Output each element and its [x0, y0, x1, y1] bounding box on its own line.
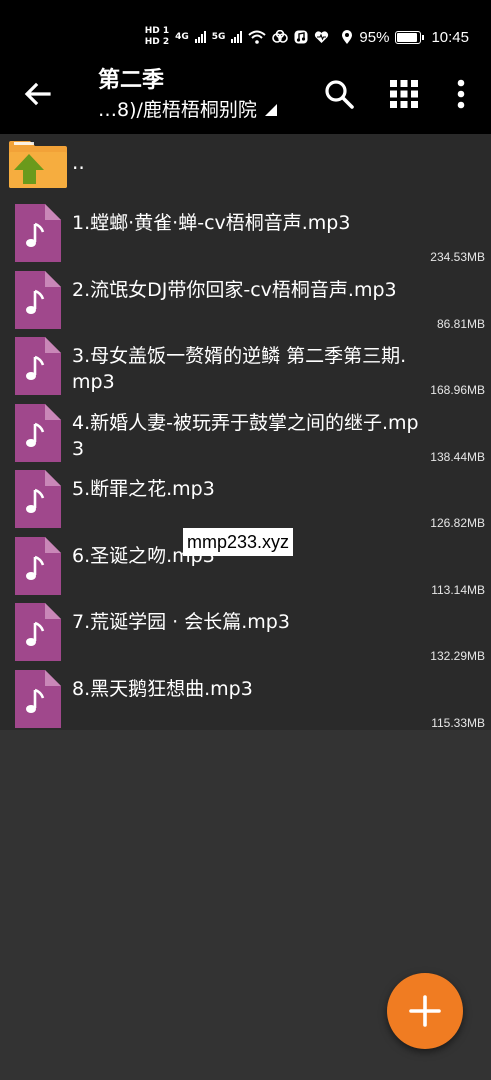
- file-name: 4.新婚人妻-被玩弄于鼓掌之间的继子.mp3: [72, 411, 419, 460]
- folder-up-icon: [9, 141, 67, 188]
- audio-file-icon: [15, 337, 61, 395]
- parent-folder-label: ..: [72, 150, 85, 174]
- file-list: .. 1.螳螂·黄雀·蝉-cv梧桐音声.mp3 234.53MB 2.流氓女DJ带你…: [0, 134, 491, 730]
- file-row[interactable]: 8.黑天鹅狂想曲.mp3 115.33MB: [0, 666, 491, 732]
- sim2-hd-label: HD 2: [144, 37, 170, 47]
- audio-file-icon: [15, 470, 61, 528]
- audio-file-icon: [15, 669, 61, 728]
- plus-icon: [409, 995, 441, 1027]
- more-vert-icon[interactable]: [445, 78, 477, 110]
- location-icon: [342, 29, 353, 44]
- current-path: …8)/鹿梧梧桐别院: [98, 99, 257, 121]
- file-size: 126.82MB: [430, 516, 485, 530]
- file-row[interactable]: 5.断罪之花.mp3 126.82MB: [0, 466, 491, 532]
- file-size: 86.81MB: [436, 316, 485, 331]
- file-row[interactable]: 3.母女盖饭一赘婿的逆鳞 第二季第三期.mp3 168.96MB: [0, 333, 491, 399]
- audio-file-icon: [15, 603, 61, 661]
- file-name: 8.黑天鹅狂想曲.mp3: [72, 677, 253, 700]
- file-row[interactable]: 2.流氓女DJ带你回家-cv梧桐音声.mp3 86.81MB: [0, 267, 491, 333]
- file-size: 113.14MB: [431, 582, 485, 597]
- wifi-icon: [248, 30, 267, 44]
- file-name: 1.螳螂·黄雀·蝉-cv梧桐音声.mp3: [72, 212, 351, 234]
- clock: 10:45: [431, 28, 469, 46]
- page-title: 第二季: [98, 68, 165, 93]
- battery-level-fill: [397, 32, 418, 42]
- watermark-text: mmp233.xyz: [183, 528, 294, 556]
- parent-folder-row[interactable]: ..: [0, 134, 491, 198]
- battery-tip: [422, 34, 425, 40]
- battery-percent: 95%: [359, 28, 390, 46]
- music-app-icon: [294, 30, 308, 44]
- title-block: 第二季 …8)/鹿梧梧桐别院: [98, 66, 277, 124]
- search-icon[interactable]: [323, 78, 355, 110]
- file-name: 2.流氓女DJ带你回家-cv梧桐音声.mp3: [72, 278, 397, 301]
- file-row[interactable]: 4.新婚人妻-被玩弄于鼓掌之间的继子.mp3 138.44MB: [0, 400, 491, 466]
- file-size: 132.29MB: [430, 649, 485, 663]
- file-name: 5.断罪之花.mp3: [72, 478, 215, 500]
- path-dropdown[interactable]: …8)/鹿梧梧桐别院: [98, 96, 277, 124]
- signal-icon: [194, 31, 206, 43]
- dual-sim-indicator: HD 1 HD 2: [145, 27, 169, 47]
- file-size: 234.53MB: [430, 250, 485, 264]
- dropdown-triangle-icon: [264, 104, 277, 116]
- add-fab-button[interactable]: [387, 973, 463, 1049]
- battery-icon: [395, 30, 425, 44]
- signal-icon: [231, 31, 243, 43]
- file-size: 138.44MB: [430, 449, 485, 464]
- file-row[interactable]: 1.螳螂·黄雀·蝉-cv梧桐音声.mp3 234.53MB: [0, 200, 491, 266]
- file-row[interactable]: 7.荒诞学园 · 会长篇.mp3 132.29MB: [0, 599, 491, 665]
- file-size: 115.33MB: [431, 715, 485, 730]
- toolbar: 第二季 …8)/鹿梧梧桐别院: [0, 58, 491, 134]
- heart-icon: [315, 30, 329, 43]
- back-arrow-icon[interactable]: [22, 78, 54, 110]
- cloud-icon: [272, 30, 289, 43]
- status-bar: HD 1 HD 2 4G 5G 95% 10:45: [0, 0, 491, 58]
- file-name: 7.荒诞学园 · 会长篇.mp3: [72, 611, 290, 633]
- status-icons: HD 1 HD 2 4G 5G 95% 10:45: [145, 20, 469, 54]
- audio-file-icon: [15, 270, 61, 329]
- network-type-1: 4G: [175, 31, 189, 42]
- audio-file-icon: [15, 536, 61, 595]
- sim1-hd-label: HD 1: [144, 26, 170, 36]
- grid-view-icon[interactable]: [388, 78, 420, 110]
- network-type-2: 5G: [211, 31, 226, 42]
- file-name: 3.母女盖饭一赘婿的逆鳞 第二季第三期.mp3: [72, 345, 407, 393]
- audio-file-icon: [15, 403, 61, 462]
- audio-file-icon: [15, 204, 61, 262]
- file-size: 168.96MB: [430, 383, 485, 397]
